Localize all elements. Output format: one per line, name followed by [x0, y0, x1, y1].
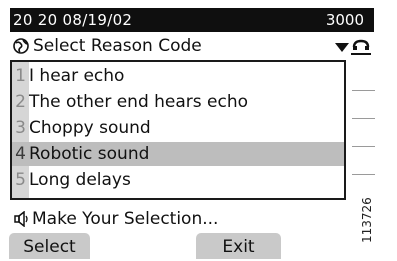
status-extension: 3000	[325, 11, 364, 29]
reason-code-menu: 1 I hear echo 2 The other end hears echo…	[10, 60, 346, 200]
line-divider	[352, 174, 375, 175]
speaker-icon	[14, 210, 30, 228]
menu-item[interactable]: 3 Choppy sound	[12, 116, 344, 140]
handset-icon	[351, 38, 371, 56]
menu-item[interactable]: 5 Long delays	[12, 168, 344, 192]
line-divider	[352, 146, 375, 147]
status-bar: 20 20 08/19/02 3000	[10, 8, 374, 32]
menu-item-label: I hear echo	[29, 66, 125, 86]
menu-item-label: Long delays	[29, 170, 131, 190]
menu-item-number: 3	[15, 118, 26, 138]
menu-item-number: 4	[15, 144, 26, 164]
figure-id: 113726	[360, 197, 374, 243]
line-divider	[352, 90, 375, 91]
menu-item[interactable]: 1 I hear echo	[12, 64, 344, 88]
prompt-text: Make Your Selection...	[32, 209, 219, 229]
menu-item-label: The other end hears echo	[29, 92, 249, 112]
page-title: Select Reason Code	[33, 36, 202, 56]
header: Select Reason Code	[10, 35, 374, 57]
menu-item-number: 2	[15, 92, 26, 112]
globe-icon	[13, 38, 29, 54]
exit-softkey[interactable]: Exit	[196, 233, 281, 259]
status-datetime: 20 20 08/19/02	[13, 11, 133, 29]
chevron-down-icon[interactable]	[335, 43, 349, 52]
menu-item-selected[interactable]: 4 Robotic sound	[12, 142, 344, 166]
menu-item-number: 5	[15, 170, 26, 190]
menu-item[interactable]: 2 The other end hears echo	[12, 90, 344, 114]
line-divider	[352, 118, 375, 119]
prompt-line: Make Your Selection...	[12, 207, 352, 231]
select-softkey[interactable]: Select	[9, 233, 90, 259]
menu-item-label: Choppy sound	[29, 118, 151, 138]
menu-item-label: Robotic sound	[29, 144, 150, 164]
menu-item-number: 1	[15, 66, 26, 86]
